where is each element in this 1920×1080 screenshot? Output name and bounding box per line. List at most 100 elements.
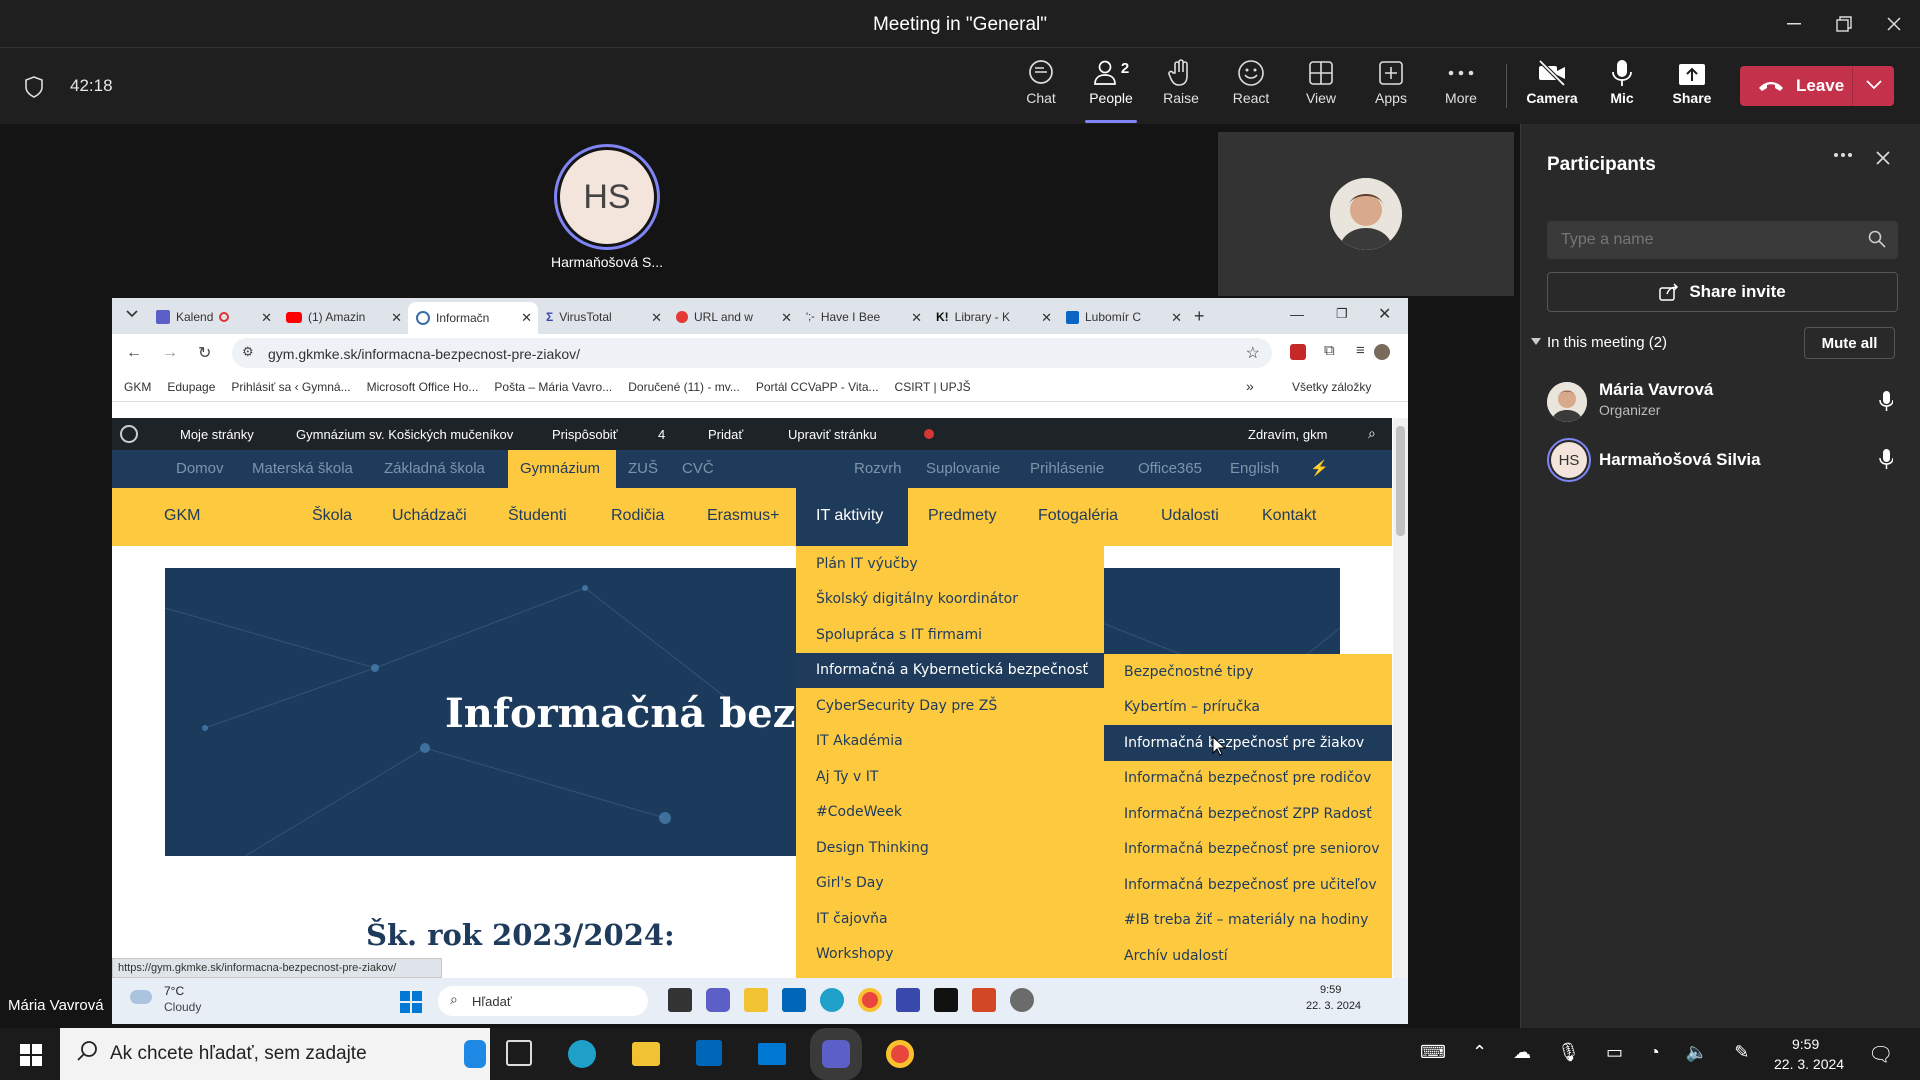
powerpoint-icon[interactable] xyxy=(972,988,996,1012)
mic-button[interactable]: Mic xyxy=(1590,58,1654,120)
nav-predmety[interactable]: Predmety xyxy=(928,507,996,525)
participant-search[interactable] xyxy=(1547,221,1898,259)
bookmark-portal[interactable]: Portál CCVaPP - Vita... xyxy=(756,380,879,394)
browser-restore[interactable]: ❐ xyxy=(1336,306,1348,322)
teams-icon[interactable] xyxy=(822,1040,850,1068)
bookmark-gkm[interactable]: GKM xyxy=(124,380,151,394)
chrome-icon[interactable] xyxy=(886,1040,914,1068)
profile-avatar[interactable] xyxy=(1374,344,1390,360)
collapse-icon[interactable] xyxy=(1531,338,1541,346)
chat-button[interactable]: Chat xyxy=(1009,58,1073,120)
nav-office365[interactable]: Office365 xyxy=(1138,460,1202,477)
dd-cybersecurity-day[interactable]: CyberSecurity Day pre ZŠ xyxy=(796,688,1104,724)
mic-icon[interactable] xyxy=(1879,390,1893,412)
tab-url[interactable]: URL and w ✕ xyxy=(668,302,798,332)
reload-icon[interactable]: ↻ xyxy=(198,343,211,363)
share-invite-button[interactable]: Share invite xyxy=(1547,272,1898,312)
vs-icon[interactable] xyxy=(896,988,920,1012)
nav-cvc[interactable]: CVČ xyxy=(682,460,714,477)
wp-edit-page[interactable]: Upraviť stránku xyxy=(788,427,877,442)
wp-greeting[interactable]: Zdravím, gkm xyxy=(1248,427,1327,442)
people-button[interactable]: 2 People xyxy=(1079,58,1143,123)
wp-customize[interactable]: Prispôsobiť xyxy=(552,427,618,442)
wp-search-icon[interactable]: ⌕ xyxy=(1368,425,1376,442)
raise-hand-button[interactable]: Raise xyxy=(1149,58,1213,120)
nav-udalosti[interactable]: Udalosti xyxy=(1161,507,1219,525)
nav-erasmus[interactable]: Erasmus+ xyxy=(707,507,779,525)
nav-it-aktivity-active[interactable]: IT aktivity xyxy=(796,488,908,546)
bookmark-star-icon[interactable]: ☆ xyxy=(1246,343,1260,363)
wp-add-new[interactable]: Pridať xyxy=(708,427,743,442)
nav-studenti[interactable]: Študenti xyxy=(508,507,567,525)
sub-kybertim[interactable]: Kybertím – príručka xyxy=(1104,690,1392,726)
nav-rodicia[interactable]: Rodičia xyxy=(611,507,664,525)
bookmark-edupage[interactable]: Edupage xyxy=(167,380,215,394)
dd-plan-it[interactable]: Plán IT výučby xyxy=(796,546,1104,582)
wordpress-icon[interactable] xyxy=(120,425,138,443)
tab-informacna-active[interactable]: Informačn ✕ xyxy=(408,302,538,334)
nav-uchadzaci[interactable]: Uchádzači xyxy=(392,507,467,525)
windows-start-icon[interactable] xyxy=(20,1044,42,1066)
mute-all-button[interactable]: Mute all xyxy=(1804,327,1895,359)
wp-site-name[interactable]: Gymnázium sv. Košických mučeníkov xyxy=(296,427,513,442)
restore-button[interactable] xyxy=(1824,10,1864,38)
dd-koordinator[interactable]: Školský digitálny koordinátor xyxy=(796,582,1104,618)
panel-close-icon[interactable] xyxy=(1875,150,1891,166)
chrome-icon[interactable] xyxy=(858,988,882,1012)
new-tab-button[interactable]: + xyxy=(1194,306,1205,327)
teams-icon[interactable] xyxy=(706,988,730,1012)
tab-virustotal[interactable]: Σ VirusTotal ✕ xyxy=(538,302,668,332)
back-icon[interactable]: ← xyxy=(126,344,142,362)
dd-kyberneticka-active[interactable]: Informačná a Kybernetická bezpečnosť xyxy=(796,652,1104,688)
url-field[interactable]: ⚙ gym.gkmke.sk/informacna-bezpecnost-pre… xyxy=(232,338,1272,368)
nav-suplovanie[interactable]: Suplovanie xyxy=(926,460,1000,477)
wifi-icon[interactable]: ⚡ xyxy=(1310,459,1329,477)
pycharm-icon[interactable] xyxy=(934,988,958,1012)
bookmark-office[interactable]: Microsoft Office Ho... xyxy=(367,380,479,394)
dd-girls-day[interactable]: Girl's Day xyxy=(796,866,1104,902)
nav-english[interactable]: English xyxy=(1230,460,1279,477)
nav-domov[interactable]: Domov xyxy=(176,460,224,477)
volume-icon[interactable]: 🔈 xyxy=(1686,1042,1708,1063)
wp-comments-count[interactable]: 4 xyxy=(658,427,665,442)
onedrive-icon[interactable]: ☁ xyxy=(1513,1042,1531,1063)
tab-linkedin[interactable]: Lubomír C ✕ xyxy=(1058,302,1188,332)
page-scrollbar[interactable] xyxy=(1393,418,1408,978)
apps-button[interactable]: Apps xyxy=(1359,58,1423,120)
wp-my-sites[interactable]: Moje stránky xyxy=(180,427,254,442)
participant-tile-avatar[interactable]: HS xyxy=(554,144,660,250)
dd-workshopy[interactable]: Workshopy xyxy=(796,937,1104,973)
mic-icon[interactable]: 🎙 xyxy=(1557,1042,1580,1063)
store-icon[interactable] xyxy=(696,1040,722,1066)
media-icon[interactable]: ≡ xyxy=(1356,342,1365,359)
all-bookmarks[interactable]: Všetky záložky xyxy=(1292,380,1371,394)
bookmark-csirt[interactable]: CSIRT | UPJŠ xyxy=(895,380,971,394)
nav-zakladna[interactable]: Základná škola xyxy=(384,460,485,477)
leave-button[interactable]: Leave xyxy=(1740,66,1894,106)
file-explorer-icon[interactable] xyxy=(632,1042,660,1066)
nav-zus[interactable]: ZUŠ xyxy=(628,460,658,477)
sub-pre-rodicov[interactable]: Informačná bezpečnosť pre rodičov xyxy=(1104,761,1392,797)
nav-rozvrh[interactable]: Rozvrh xyxy=(854,460,902,477)
dd-aj-ty-v-it[interactable]: Aj Ty v IT xyxy=(796,759,1104,795)
shield-icon[interactable] xyxy=(24,76,44,98)
participant-row[interactable]: Mária Vavrová Organizer xyxy=(1547,378,1897,428)
battery-icon[interactable]: ▭ xyxy=(1606,1042,1623,1063)
dd-codeweek[interactable]: #CodeWeek xyxy=(796,795,1104,831)
dd-it-akademia[interactable]: IT Akadémia xyxy=(796,724,1104,760)
nav-gymnazium-active[interactable]: Gymnázium xyxy=(508,450,616,488)
nav-fotogaleria[interactable]: Fotogaléria xyxy=(1038,507,1118,525)
browser-minimize[interactable]: — xyxy=(1290,306,1304,322)
minimize-button[interactable] xyxy=(1774,10,1814,38)
edge-icon[interactable] xyxy=(568,1040,596,1068)
mic-icon[interactable] xyxy=(1879,448,1893,470)
sub-pre-ucitelov[interactable]: Informačná bezpečnosť pre učiteľov xyxy=(1104,867,1392,903)
tab-kalendar[interactable]: Kalend ✕ xyxy=(148,302,278,332)
camera-button[interactable]: Camera xyxy=(1520,58,1584,120)
nav-kontakt[interactable]: Kontakt xyxy=(1262,507,1316,525)
network-icon[interactable]: ◔ xyxy=(1649,1042,1660,1063)
panel-more-icon[interactable] xyxy=(1833,152,1853,158)
chevron-up-icon[interactable]: ⌃ xyxy=(1472,1042,1487,1063)
store-icon[interactable] xyxy=(782,988,806,1012)
settings-icon[interactable] xyxy=(1010,988,1034,1012)
